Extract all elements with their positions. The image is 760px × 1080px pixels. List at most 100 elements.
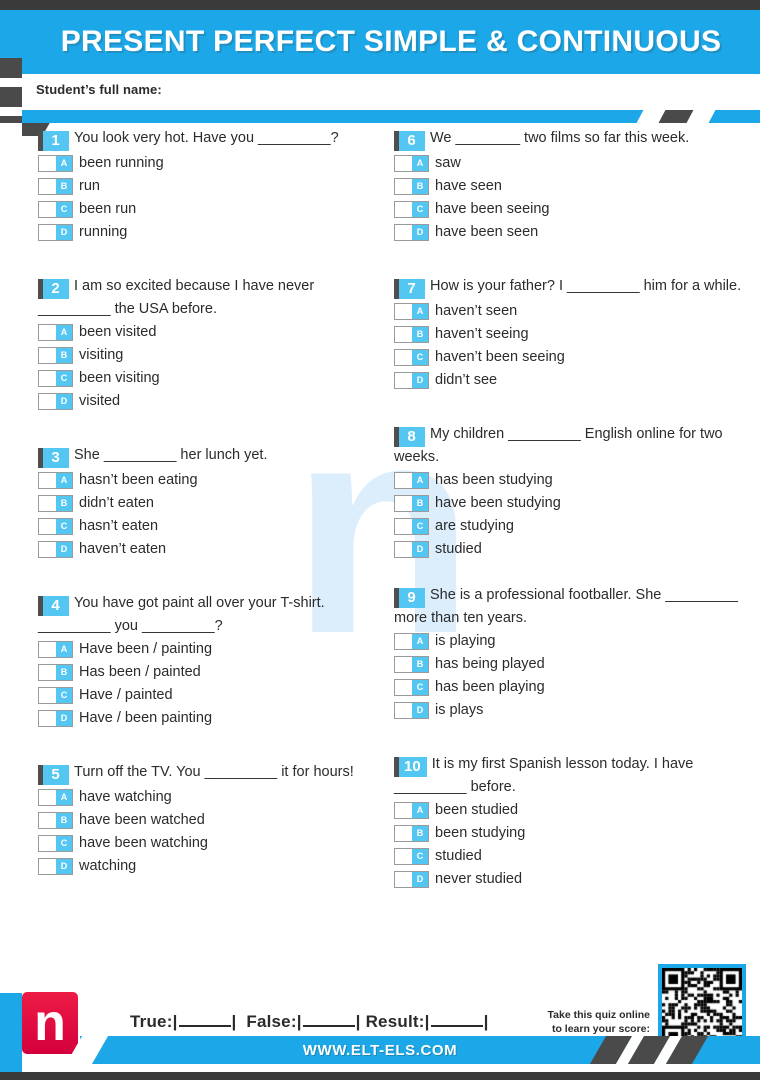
option-row[interactable]: Chaven’t been seeing — [394, 348, 746, 367]
option-checkbox[interactable]: C — [394, 349, 429, 366]
option-checkbox[interactable]: D — [394, 224, 429, 241]
option-row[interactable]: Drunning — [38, 223, 390, 242]
option-checkbox[interactable]: B — [394, 326, 429, 343]
option-checkbox[interactable]: A — [394, 472, 429, 490]
checkbox-square[interactable] — [39, 179, 56, 194]
checkbox-square[interactable] — [395, 179, 412, 194]
option-row[interactable]: Care studying — [394, 517, 746, 536]
option-row[interactable]: Chas been playing — [394, 678, 746, 697]
option-row[interactable]: Bhaven’t seeing — [394, 325, 746, 344]
checkbox-square[interactable] — [395, 496, 412, 512]
option-row[interactable]: Dhaven’t eaten — [38, 540, 390, 559]
checkbox-square[interactable] — [395, 703, 412, 719]
option-row[interactable]: Ddidn’t see — [394, 371, 746, 390]
checkbox-square[interactable] — [395, 634, 412, 650]
checkbox-square[interactable] — [395, 826, 412, 842]
checkbox-square[interactable] — [395, 657, 412, 673]
option-row[interactable]: Bhave been studying — [394, 494, 746, 513]
option-row[interactable]: Bvisiting — [38, 346, 390, 365]
option-checkbox[interactable]: C — [38, 370, 73, 388]
checkbox-square[interactable] — [395, 519, 412, 535]
option-row[interactable]: Bbeen studying — [394, 824, 746, 843]
checkbox-square[interactable] — [395, 542, 412, 558]
option-row[interactable]: A Have been / painting — [38, 640, 390, 659]
option-row[interactable]: Asaw — [394, 154, 746, 173]
option-row[interactable]: Abeen visited — [38, 323, 390, 342]
option-row[interactable]: Cstudied — [394, 847, 746, 866]
checkbox-square[interactable] — [39, 688, 56, 704]
option-checkbox[interactable]: D — [394, 372, 429, 389]
option-checkbox[interactable]: B — [394, 825, 429, 843]
checkbox-square[interactable] — [39, 394, 56, 410]
option-row[interactable]: B Has been / painted — [38, 663, 390, 682]
option-checkbox[interactable]: B — [38, 347, 73, 365]
option-checkbox[interactable]: B — [394, 495, 429, 513]
checkbox-square[interactable] — [395, 849, 412, 865]
option-row[interactable]: Dvisited — [38, 392, 390, 411]
option-row[interactable]: Cbeen visiting — [38, 369, 390, 388]
option-checkbox[interactable]: D — [394, 541, 429, 559]
false-blank[interactable] — [302, 1025, 355, 1027]
option-row[interactable]: Ahasn’t been eating — [38, 471, 390, 490]
option-checkbox[interactable]: A — [394, 303, 429, 320]
option-row[interactable]: Dstudied — [394, 540, 746, 559]
option-checkbox[interactable]: A — [394, 633, 429, 651]
option-checkbox[interactable]: D — [38, 710, 73, 728]
checkbox-square[interactable] — [39, 496, 56, 512]
checkbox-square[interactable] — [395, 680, 412, 696]
option-row[interactable]: Dwatching — [38, 857, 390, 876]
checkbox-square[interactable] — [395, 872, 412, 888]
option-checkbox[interactable]: C — [394, 848, 429, 866]
checkbox-square[interactable] — [395, 202, 412, 217]
checkbox-square[interactable] — [39, 371, 56, 387]
checkbox-square[interactable] — [39, 790, 56, 806]
checkbox-square[interactable] — [39, 859, 56, 875]
option-row[interactable]: Ahave watching — [38, 788, 390, 807]
option-checkbox[interactable]: B — [394, 656, 429, 674]
option-row[interactable]: Ahaven’t seen — [394, 302, 746, 321]
checkbox-square[interactable] — [39, 542, 56, 558]
option-row[interactable]: Ais playing — [394, 632, 746, 651]
option-row[interactable]: Ahas been studying — [394, 471, 746, 490]
checkbox-square[interactable] — [395, 803, 412, 819]
option-checkbox[interactable]: A — [38, 155, 73, 172]
option-checkbox[interactable]: B — [38, 178, 73, 195]
checkbox-square[interactable] — [39, 225, 56, 240]
option-checkbox[interactable]: B — [38, 495, 73, 513]
option-row[interactable]: Bdidn’t eaten — [38, 494, 390, 513]
option-row[interactable]: Cbeen run — [38, 200, 390, 219]
option-checkbox[interactable]: D — [38, 541, 73, 559]
option-row[interactable]: Abeen studied — [394, 801, 746, 820]
option-checkbox[interactable]: D — [394, 871, 429, 889]
option-checkbox[interactable]: D — [38, 393, 73, 411]
option-row[interactable]: Abeen running — [38, 154, 390, 173]
option-checkbox[interactable]: A — [38, 641, 73, 659]
option-checkbox[interactable]: D — [394, 702, 429, 720]
checkbox-square[interactable] — [395, 327, 412, 342]
option-checkbox[interactable]: C — [38, 518, 73, 536]
checkbox-square[interactable] — [395, 350, 412, 365]
checkbox-square[interactable] — [39, 665, 56, 681]
checkbox-square[interactable] — [39, 519, 56, 535]
option-row[interactable]: Bhave seen — [394, 177, 746, 196]
checkbox-square[interactable] — [39, 642, 56, 658]
checkbox-square[interactable] — [39, 156, 56, 171]
option-row[interactable]: Chave been watching — [38, 834, 390, 853]
option-row[interactable]: D Have / been painting — [38, 709, 390, 728]
result-blank[interactable] — [430, 1025, 483, 1027]
option-checkbox[interactable]: A — [38, 472, 73, 490]
option-checkbox[interactable]: A — [394, 802, 429, 820]
option-checkbox[interactable]: A — [38, 789, 73, 807]
checkbox-square[interactable] — [395, 473, 412, 489]
option-checkbox[interactable]: C — [38, 201, 73, 218]
checkbox-square[interactable] — [39, 202, 56, 217]
checkbox-square[interactable] — [39, 325, 56, 341]
option-row[interactable]: Bhave been watched — [38, 811, 390, 830]
option-checkbox[interactable]: B — [394, 178, 429, 195]
option-row[interactable]: Brun — [38, 177, 390, 196]
checkbox-square[interactable] — [39, 813, 56, 829]
checkbox-square[interactable] — [395, 304, 412, 319]
option-checkbox[interactable]: C — [394, 518, 429, 536]
option-checkbox[interactable]: C — [38, 687, 73, 705]
option-checkbox[interactable]: A — [394, 155, 429, 172]
